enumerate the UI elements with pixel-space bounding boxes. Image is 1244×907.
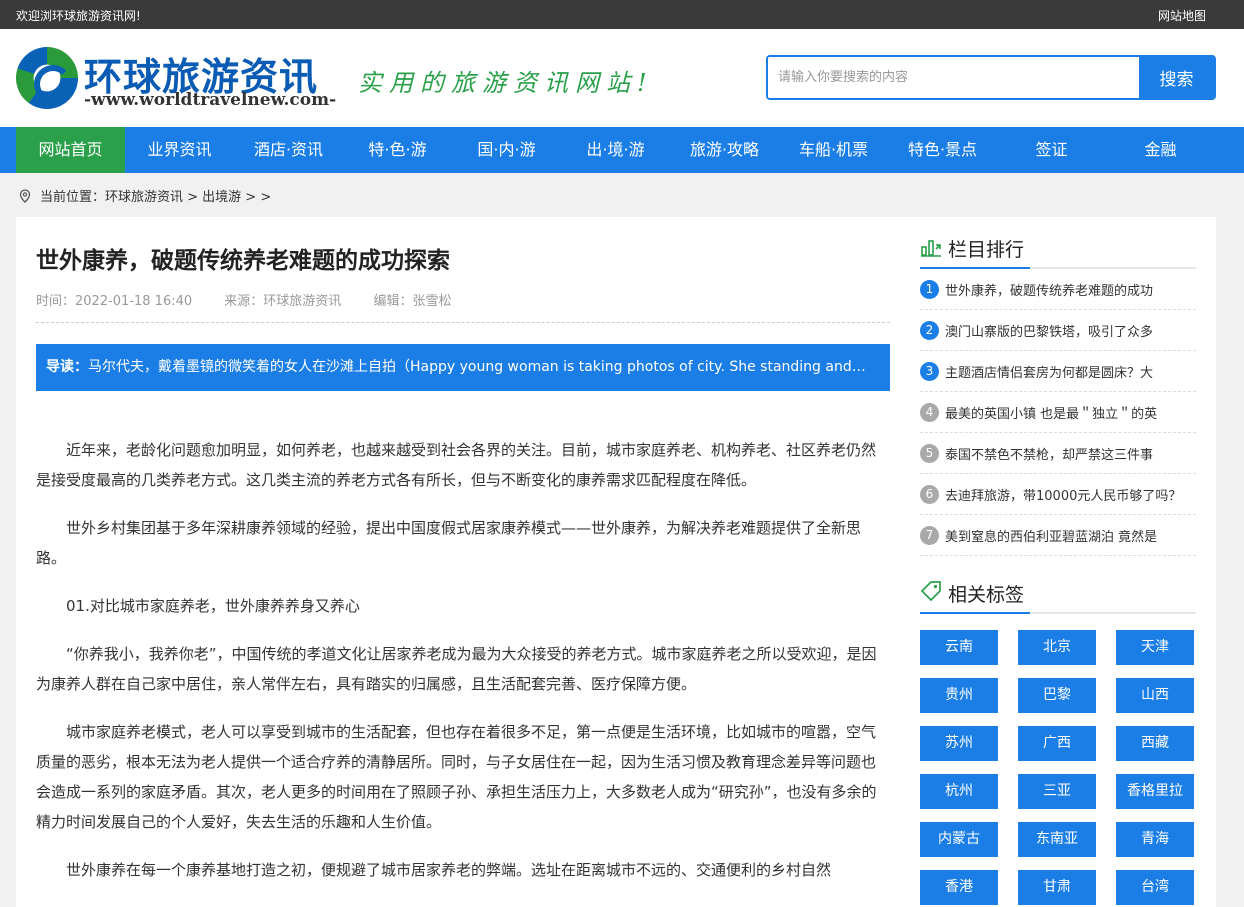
sitemap-link[interactable]: 网站地图 — [1158, 7, 1206, 24]
tag-link[interactable]: 西藏 — [1116, 726, 1194, 761]
ranking-chart-icon — [921, 240, 941, 257]
tag-link[interactable]: 北京 — [1018, 630, 1096, 665]
rank-number-badge: 7 — [920, 525, 939, 545]
logo-domain: -www.worldtravelnew.com- — [84, 90, 337, 110]
main-nav: 网站首页 业界资讯 酒店·资讯 特·色·游 国·内·游 出·境·游 旅游·攻略 … — [0, 127, 1244, 173]
ranking-item[interactable]: 2 澳门山寨版的巴黎铁塔，吸引了众多 — [920, 310, 1196, 351]
ranking-link[interactable]: 泰国不禁色不禁枪，却严禁这三件事 — [945, 444, 1153, 463]
content-panel: 世外康养，破题传统养老难题的成功探索 时间：2022-01-18 16:40 来… — [16, 217, 1216, 907]
ranking-link[interactable]: 澳门山寨版的巴黎铁塔，吸引了众多 — [945, 321, 1153, 340]
article-paragraph: 近年来，老龄化问题愈加明显，如何养老，也越来越受到社会各界的关注。目前，城市家庭… — [36, 441, 877, 489]
tag-link[interactable]: 香港 — [920, 870, 998, 905]
nav-item-outbound[interactable]: 出·境·游 — [561, 127, 670, 173]
ranking-item[interactable]: 3 主题酒店情侣套房为何都是圆床？大 — [920, 351, 1196, 392]
article-lead: 导读：马尔代夫，戴着墨镜的微笑着的女人在沙滩上自拍（Happy young wo… — [36, 344, 890, 391]
tag-link[interactable]: 香格里拉 — [1116, 774, 1194, 809]
site-slogan: 实用的旅游资讯网站! — [358, 69, 654, 97]
ranking-title-underline — [920, 267, 1030, 269]
lead-text: 马尔代夫，戴着墨镜的微笑着的女人在沙滩上自拍（Happy young woman… — [88, 359, 890, 375]
nav-item-guide[interactable]: 旅游·攻略 — [670, 127, 779, 173]
nav-item-scenic[interactable]: 特色·景点 — [888, 127, 997, 173]
site-logo[interactable]: 环球旅游资讯 -www.worldtravelnew.com- — [16, 45, 336, 140]
ranking-item[interactable]: 4 最美的英国小镇 也是最＂独立＂的英 — [920, 392, 1196, 433]
ranking-title: 栏目排行 — [948, 239, 1025, 261]
tag-link[interactable]: 苏州 — [920, 726, 998, 761]
location-pin-icon — [19, 188, 31, 203]
article-source: 来源：环球旅游资讯 — [224, 294, 342, 309]
tag-link[interactable]: 内蒙古 — [920, 822, 998, 857]
tag-link[interactable]: 甘肃 — [1018, 870, 1096, 905]
tag-link[interactable]: 台湾 — [1116, 870, 1194, 905]
article-body: 近年来，老龄化问题愈加明显，如何养老，也越来越受到社会各界的关注。目前，城市家庭… — [36, 435, 890, 903]
top-bar: 欢迎浏环球旅游资讯网! 网站地图 — [0, 0, 1244, 29]
rank-number-badge: 4 — [920, 402, 939, 422]
nav-item-visa[interactable]: 签证 — [997, 127, 1106, 173]
meta-divider — [36, 322, 890, 323]
tag-link[interactable]: 天津 — [1116, 630, 1194, 665]
article-paragraph: 城市家庭养老模式，老人可以享受到城市的生活配套，但也存在着很多不足，第一点便是生… — [36, 723, 877, 831]
article-editor: 编辑：张雪松 — [373, 294, 452, 309]
globe-logo-icon — [16, 47, 78, 109]
lead-label: 导读： — [46, 359, 88, 375]
tag-link[interactable]: 巴黎 — [1018, 678, 1096, 713]
nav-item-domestic[interactable]: 国·内·游 — [452, 127, 561, 173]
site-header: 环球旅游资讯 -www.worldtravelnew.com- 实用的旅游资讯网… — [0, 29, 1244, 127]
ranking-item[interactable]: 1 世外康养，破题传统养老难题的成功 — [920, 269, 1196, 310]
tags-title: 相关标签 — [948, 584, 1025, 606]
article-subheading: 01.对比城市家庭养老，世外康养养身又养心 — [66, 597, 360, 615]
ranking-item[interactable]: 5 泰国不禁色不禁枪，却严禁这三件事 — [920, 433, 1196, 474]
tags-title-underline — [920, 612, 1030, 614]
search-input[interactable] — [768, 57, 1139, 98]
ranking-link[interactable]: 最美的英国小镇 也是最＂独立＂的英 — [945, 403, 1157, 422]
welcome-text: 欢迎浏环球旅游资讯网! — [16, 9, 141, 23]
article-title: 世外康养，破题传统养老难题的成功探索 — [36, 248, 450, 274]
article-meta: 时间：2022-01-18 16:40 来源：环球旅游资讯 编辑：张雪松 — [36, 290, 479, 309]
article-paragraph: “你养我小，我养你老”，中国传统的孝道文化让居家养老成为最为大众接受的养老方式。… — [36, 645, 877, 693]
ranking-link[interactable]: 主题酒店情侣套房为何都是圆床？大 — [945, 362, 1153, 381]
ranking-header: 栏目排行 — [920, 217, 1196, 269]
tag-icon — [920, 581, 941, 602]
breadcrumb: 当前位置：环球旅游资讯 > 出境游 > > — [18, 186, 271, 205]
tag-link[interactable]: 青海 — [1116, 822, 1194, 857]
rank-number-badge: 5 — [920, 443, 939, 463]
ranking-item[interactable]: 6 去迪拜旅游，带10000元人民币够了吗？ — [920, 474, 1196, 515]
article-paragraph: 世外乡村集团基于多年深耕康养领域的经验，提出中国度假式居家康养模式——世外康养，… — [36, 519, 862, 567]
sidebar: 栏目排行 1 世外康养，破题传统养老难题的成功 2 澳门山寨版的巴黎铁塔，吸引了众多… — [920, 217, 1196, 905]
breadcrumb-text: 当前位置：环球旅游资讯 > 出境游 > > — [40, 190, 272, 205]
rank-number-badge: 3 — [920, 361, 939, 381]
tag-link[interactable]: 三亚 — [1018, 774, 1096, 809]
ranking-item[interactable]: 7 美到窒息的西伯利亚碧蓝湖泊 竟然是 — [920, 515, 1196, 556]
tag-link[interactable]: 杭州 — [920, 774, 998, 809]
nav-item-home[interactable]: 网站首页 — [16, 127, 125, 173]
rank-number-badge: 2 — [920, 320, 939, 340]
tag-link[interactable]: 广西 — [1018, 726, 1096, 761]
tags-header: 相关标签 — [920, 562, 1196, 614]
ranking-link[interactable]: 美到窒息的西伯利亚碧蓝湖泊 竟然是 — [945, 526, 1157, 545]
nav-item-tickets[interactable]: 车船·机票 — [779, 127, 888, 173]
article-time: 时间：2022-01-18 16:40 — [36, 294, 193, 309]
nav-item-hotel[interactable]: 酒店·资讯 — [234, 127, 343, 173]
article-paragraph: 世外康养在每一个康养基地打造之初，便规避了城市居家养老的弊端。选址在距离城市不远… — [66, 861, 832, 879]
search-button[interactable]: 搜索 — [1139, 57, 1214, 98]
nav-item-finance[interactable]: 金融 — [1106, 127, 1215, 173]
ranking-link[interactable]: 世外康养，破题传统养老难题的成功 — [945, 280, 1153, 299]
ranking-link[interactable]: 去迪拜旅游，带10000元人民币够了吗？ — [945, 485, 1181, 504]
tag-link[interactable]: 山西 — [1116, 678, 1194, 713]
tag-link[interactable]: 云南 — [920, 630, 998, 665]
tag-link[interactable]: 贵州 — [920, 678, 998, 713]
rank-number-badge: 1 — [920, 279, 939, 299]
ranking-list: 1 世外康养，破题传统养老难题的成功 2 澳门山寨版的巴黎铁塔，吸引了众多 3 主题酒… — [920, 269, 1196, 556]
rank-number-badge: 6 — [920, 484, 939, 504]
tag-link[interactable]: 东南亚 — [1018, 822, 1096, 857]
nav-item-featured-tour[interactable]: 特·色·游 — [343, 127, 452, 173]
nav-item-industry[interactable]: 业界资讯 — [125, 127, 234, 173]
search-box: 搜索 — [766, 55, 1216, 100]
